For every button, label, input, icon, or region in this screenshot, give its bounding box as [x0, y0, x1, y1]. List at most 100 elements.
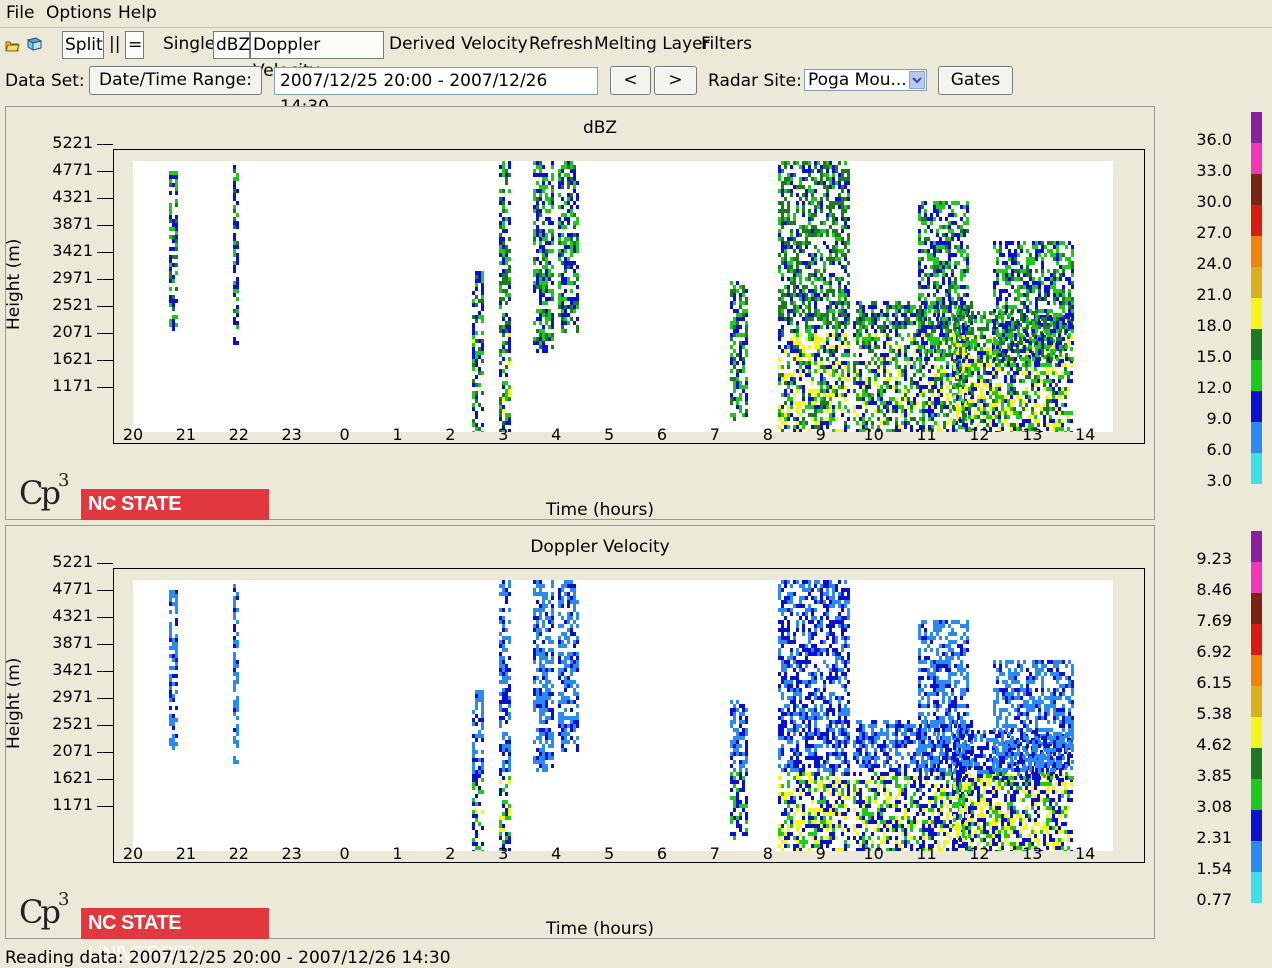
echo-cell	[945, 217, 948, 221]
split-button[interactable]: Split	[62, 31, 104, 59]
echo-cell	[1013, 427, 1016, 431]
echo-cell	[977, 395, 980, 399]
echo-cell	[551, 189, 554, 193]
echo-cell	[811, 417, 814, 421]
echo-cell	[505, 784, 508, 788]
echo-cell	[539, 688, 542, 692]
next-button[interactable]: >	[654, 66, 697, 95]
refresh-button[interactable]: Refresh	[529, 34, 593, 54]
echo-cell	[539, 656, 542, 660]
echo-cell	[1041, 345, 1044, 349]
filters-button[interactable]: Filters	[701, 34, 752, 54]
echo-cell	[172, 642, 175, 646]
echo-cell	[829, 181, 832, 185]
echo-cell	[778, 217, 781, 221]
echo-cell	[1017, 349, 1020, 353]
chevron-down-icon[interactable]	[909, 71, 925, 89]
echo-cell	[567, 197, 570, 201]
echo-cell	[564, 584, 567, 588]
echo-cell	[832, 345, 835, 349]
echo-cell	[236, 696, 239, 700]
echo-cell	[508, 337, 511, 341]
menu-options[interactable]: Options	[46, 3, 112, 23]
derived-velocity-button[interactable]: Derived Velocity	[389, 34, 528, 54]
echo-cell	[1005, 273, 1008, 277]
date-time-range-button[interactable]: Date/Time Range:	[89, 66, 262, 95]
echo-cell	[971, 371, 974, 375]
doppler-velocity-toggle[interactable]: Doppler Velocity	[250, 31, 384, 81]
doppler-plot-area[interactable]	[133, 580, 1113, 851]
echo-cell	[793, 257, 796, 261]
echo-cell	[558, 217, 561, 221]
echo-cell	[996, 297, 999, 301]
echo-cell	[931, 385, 934, 389]
echo-cell	[963, 273, 966, 277]
echo-cell	[573, 225, 576, 229]
echo-cell	[739, 752, 742, 756]
echo-cell	[472, 303, 475, 307]
echo-cell	[1011, 357, 1014, 361]
echo-cell	[481, 319, 484, 323]
save-book-icon[interactable]	[26, 36, 43, 51]
echo-cell	[877, 313, 880, 317]
echo-cell	[838, 309, 841, 313]
echo-cell	[954, 289, 957, 293]
echo-cell	[787, 309, 790, 313]
echo-cell	[1071, 341, 1074, 345]
open-folder-icon[interactable]	[5, 37, 20, 52]
echo-cell	[1011, 333, 1014, 337]
echo-cell	[956, 323, 959, 327]
echo-cell	[907, 345, 910, 349]
echo-cell	[859, 301, 862, 305]
echo-cell	[502, 205, 505, 209]
echo-cell	[847, 217, 850, 221]
gates-button[interactable]: Gates	[938, 66, 1013, 95]
echo-cell	[1023, 357, 1026, 361]
echo-cell	[841, 169, 844, 173]
echo-cell	[730, 816, 733, 820]
echo-cell	[539, 628, 542, 632]
melting-layer-button[interactable]: Melting Layer	[594, 34, 710, 54]
echo-cell	[1035, 305, 1038, 309]
echo-cell	[874, 345, 877, 349]
echo-cell	[533, 221, 536, 225]
radar-site-select[interactable]: Poga Mou...	[804, 69, 927, 91]
menu-help[interactable]: Help	[118, 3, 157, 23]
echo-cell	[826, 365, 829, 369]
echo-cell	[868, 305, 871, 309]
echo-cell	[966, 209, 969, 213]
echo-cell	[1056, 321, 1059, 325]
echo-cell	[956, 339, 959, 343]
echo-cell	[832, 309, 835, 313]
dbz-toggle[interactable]: dBZ	[213, 31, 250, 59]
echo-cell	[1050, 353, 1053, 357]
date-range-field[interactable]: 2007/12/25 20:00 - 2007/12/26 14:30	[274, 67, 598, 117]
echo-cell	[796, 285, 799, 289]
echo-cell	[1001, 427, 1004, 431]
echo-cell	[928, 417, 931, 421]
legend-swatch	[1251, 329, 1262, 360]
echo-cell	[508, 684, 511, 688]
echo-cell	[802, 169, 805, 173]
menu-file[interactable]: File	[6, 3, 34, 23]
echo-cell	[778, 584, 781, 588]
previous-button[interactable]: <	[610, 66, 651, 95]
echo-cell	[953, 367, 956, 371]
echo-cell	[233, 309, 236, 313]
parallel-button[interactable]: ||	[109, 34, 120, 54]
echo-cell	[499, 213, 502, 217]
single-button[interactable]: Single	[163, 34, 215, 54]
echo-cell	[576, 712, 579, 716]
echo-cell	[730, 301, 733, 305]
echo-cell	[781, 588, 784, 592]
equal-button[interactable]: =	[125, 31, 144, 59]
echo-cell	[172, 646, 175, 650]
echo-cell	[823, 185, 826, 189]
echo-cell	[539, 165, 542, 169]
echo-cell	[793, 289, 796, 293]
echo-cell	[1044, 337, 1047, 341]
echo-cell	[1068, 321, 1071, 325]
echo-cell	[787, 293, 790, 297]
dbz-plot-area[interactable]	[133, 161, 1113, 432]
echo-cell	[505, 413, 508, 417]
